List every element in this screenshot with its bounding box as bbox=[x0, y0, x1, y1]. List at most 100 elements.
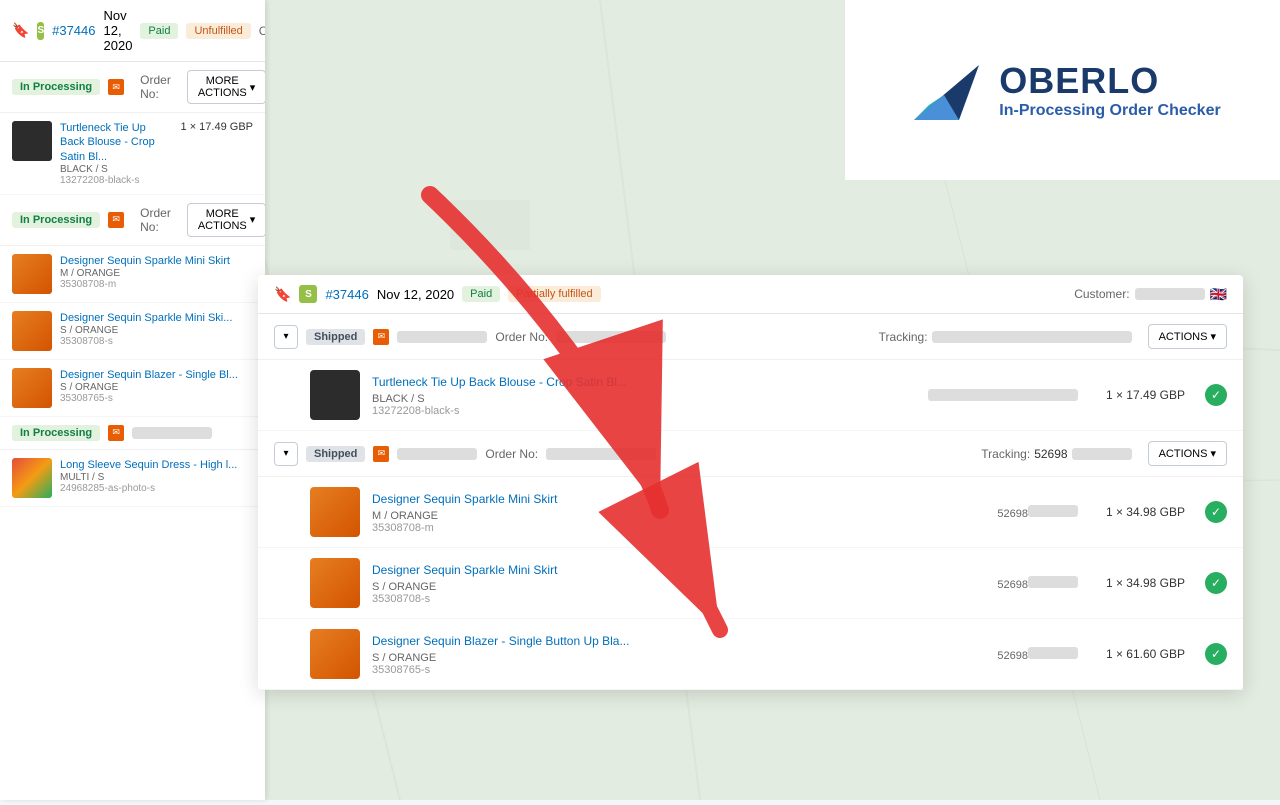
overlay-customer-section: Customer: 🇬🇧 bbox=[1074, 286, 1227, 303]
product-sku-2-3: 35308765-s bbox=[60, 393, 253, 404]
product-variant-1-1: BLACK / S bbox=[60, 164, 173, 175]
shipped-order-no-blurred-1 bbox=[556, 331, 666, 343]
overlay-product-variant-2-2: S / ORANGE bbox=[372, 581, 985, 593]
email-blurred-3 bbox=[132, 427, 212, 439]
check-icon-2-2: ✓ bbox=[1205, 572, 1227, 594]
bookmark-icon: 🔖 bbox=[12, 22, 29, 39]
overlay-product-row-2-1: Designer Sequin Sparkle Mini Skirt M / O… bbox=[258, 477, 1243, 548]
product-sku-2-2: 35308708-s bbox=[60, 336, 253, 347]
overlay-quantity-1-1: 1 × 17.49 GBP bbox=[1106, 388, 1185, 402]
overlay-order-link[interactable]: #37446 bbox=[325, 287, 368, 302]
overlay-paid-badge: Paid bbox=[462, 286, 500, 302]
product-sku-1-1: 13272208-black-s bbox=[60, 175, 173, 186]
email-icon-1: ✉ bbox=[108, 79, 124, 95]
product-row-2-2: Designer Sequin Sparkle Mini Ski... S / … bbox=[0, 303, 265, 360]
product-info-2-2: Designer Sequin Sparkle Mini Ski... S / … bbox=[60, 311, 253, 347]
shopify-icon: S bbox=[37, 22, 44, 40]
product-info-2-1: Designer Sequin Sparkle Mini Skirt M / O… bbox=[60, 254, 253, 290]
main-overlay: 🔖 S #37446 Nov 12, 2020 Paid Partially f… bbox=[258, 275, 1243, 690]
actions-btn-2[interactable]: ACTIONS ▾ bbox=[1148, 441, 1227, 466]
overlay-product-name-2-3[interactable]: Designer Sequin Blazer - Single Button U… bbox=[372, 634, 629, 648]
product-thumb-2-2 bbox=[12, 311, 52, 351]
product-name-2-2[interactable]: Designer Sequin Sparkle Mini Ski... bbox=[60, 311, 253, 325]
actions-btn-1[interactable]: ACTIONS ▾ bbox=[1148, 324, 1227, 349]
product-name-2-1[interactable]: Designer Sequin Sparkle Mini Skirt bbox=[60, 254, 253, 268]
overlay-tracking-2-1: 52698 bbox=[997, 505, 1078, 520]
product-row-2-3: Designer Sequin Blazer - Single Bl... S … bbox=[0, 360, 265, 417]
more-actions-btn-2[interactable]: MORE ACTIONS ▾ bbox=[187, 203, 265, 237]
overlay-bookmark-icon: 🔖 bbox=[274, 286, 291, 303]
order-header: 🔖 S #37446 Nov 12, 2020 Paid Unfulfilled… bbox=[0, 0, 265, 62]
shipped-email-blurred-2 bbox=[397, 448, 477, 460]
email-icon-3: ✉ bbox=[108, 425, 124, 441]
overlay-product-sku-2-1: 35308708-m bbox=[372, 522, 985, 534]
chevron-btn-2[interactable]: ▾ bbox=[274, 442, 298, 466]
product-row-3-1: Long Sleeve Sequin Dress - High l... MUL… bbox=[0, 450, 265, 507]
check-icon-2-1: ✓ bbox=[1205, 501, 1227, 523]
processing-badge-2: In Processing bbox=[12, 212, 100, 228]
overlay-product-variant-2-1: M / ORANGE bbox=[372, 510, 985, 522]
overlay-product-sku-2-3: 35308765-s bbox=[372, 664, 985, 676]
product-name-1-1[interactable]: Turtleneck Tie Up Back Blouse - Crop Sat… bbox=[60, 121, 173, 164]
product-info-2-3: Designer Sequin Blazer - Single Bl... S … bbox=[60, 368, 253, 404]
overlay-product-name-2-1[interactable]: Designer Sequin Sparkle Mini Skirt bbox=[372, 492, 557, 506]
oberlo-text: OBERLO In-Processing Order Checker bbox=[999, 60, 1220, 120]
customer-section: Customer: 🇬🇧 bbox=[259, 22, 265, 39]
overlay-header: 🔖 S #37446 Nov 12, 2020 Paid Partially f… bbox=[258, 275, 1243, 314]
overlay-product-info-2-3: Designer Sequin Blazer - Single Button U… bbox=[372, 632, 985, 676]
overlay-flag-icon: 🇬🇧 bbox=[1210, 286, 1227, 303]
overlay-tracking-2-2: 52698 bbox=[997, 576, 1078, 591]
product-info-3-1: Long Sleeve Sequin Dress - High l... MUL… bbox=[60, 458, 253, 494]
product-variant-2-1: M / ORANGE bbox=[60, 268, 253, 279]
overlay-product-info-2-1: Designer Sequin Sparkle Mini Skirt M / O… bbox=[372, 490, 985, 534]
action-buttons-2: MORE ACTIONS ▾ GET TRACKING NUMBER bbox=[187, 203, 265, 237]
status-row-1: In Processing ✉ Order No: MORE ACTIONS ▾… bbox=[0, 62, 265, 113]
paid-badge: Paid bbox=[140, 23, 178, 39]
overlay-thumb-2-3 bbox=[310, 629, 360, 679]
tracking-section-2: Tracking: 52698 bbox=[981, 447, 1131, 461]
product-variant-3-1: MULTI / S bbox=[60, 472, 253, 483]
action-buttons-1: MORE ACTIONS ▾ GET TRACKING NUMBER bbox=[187, 70, 265, 104]
order-link[interactable]: #37446 bbox=[52, 23, 95, 38]
overlay-shopify-icon: S bbox=[299, 285, 317, 303]
more-actions-btn-1[interactable]: MORE ACTIONS ▾ bbox=[187, 70, 265, 104]
oberlo-subtitle: In-Processing Order Checker bbox=[999, 102, 1220, 120]
shipped-email-blurred-1 bbox=[397, 331, 487, 343]
shipped-row-2: ▾ Shipped ✉ Order No: Tracking: 52698 AC… bbox=[258, 431, 1243, 477]
overlay-product-name-1-1[interactable]: Turtleneck Tie Up Back Blouse - Crop Sat… bbox=[372, 375, 627, 389]
overlay-product-variant-2-3: S / ORANGE bbox=[372, 652, 985, 664]
oberlo-icon bbox=[904, 50, 984, 130]
overlay-status-badge: Partially fulfilled bbox=[508, 286, 600, 302]
product-name-2-3[interactable]: Designer Sequin Blazer - Single Bl... bbox=[60, 368, 253, 382]
status-row-3: In Processing ✉ bbox=[0, 417, 265, 450]
product-variant-2-3: S / ORANGE bbox=[60, 382, 253, 393]
overlay-product-info-2-2: Designer Sequin Sparkle Mini Skirt S / O… bbox=[372, 561, 985, 605]
overlay-product-row-2-3: Designer Sequin Blazer - Single Button U… bbox=[258, 619, 1243, 690]
tracking-label-2: Tracking: bbox=[981, 447, 1030, 461]
overlay-thumb-1-1 bbox=[310, 370, 360, 420]
oberlo-panel: OBERLO In-Processing Order Checker bbox=[845, 0, 1280, 180]
overlay-product-variant-1-1: BLACK / S bbox=[372, 393, 916, 405]
shipped-badge-1: Shipped bbox=[306, 329, 365, 345]
overlay-customer-label: Customer: bbox=[1074, 287, 1129, 301]
order-no-label-1: Order No: bbox=[140, 73, 171, 101]
customer-label: Customer: bbox=[259, 24, 265, 38]
overlay-thumb-2-2 bbox=[310, 558, 360, 608]
shipped-badge-2: Shipped bbox=[306, 446, 365, 462]
oberlo-logo: OBERLO In-Processing Order Checker bbox=[904, 50, 1220, 130]
chevron-btn-1[interactable]: ▾ bbox=[274, 325, 298, 349]
product-row-1-1: Turtleneck Tie Up Back Blouse - Crop Sat… bbox=[0, 113, 265, 195]
shipped-email-icon-2: ✉ bbox=[373, 446, 389, 462]
product-thumb-1-1 bbox=[12, 121, 52, 161]
product-thumb-3-1 bbox=[12, 458, 52, 498]
processing-badge-3: In Processing bbox=[12, 425, 100, 441]
tracking-label-1: Tracking: bbox=[879, 330, 928, 344]
shipped-row-1: ▾ Shipped ✉ Order No: Tracking: ACTIONS … bbox=[258, 314, 1243, 360]
product-sku-3-1: 24968285-as-photo-s bbox=[60, 483, 253, 494]
overlay-product-name-2-2[interactable]: Designer Sequin Sparkle Mini Skirt bbox=[372, 563, 557, 577]
overlay-quantity-2-3: 1 × 61.60 GBP bbox=[1106, 647, 1185, 661]
shipped-order-no-label-1: Order No: bbox=[495, 330, 548, 344]
product-name-3-1[interactable]: Long Sleeve Sequin Dress - High l... bbox=[60, 458, 253, 472]
product-variant-2-2: S / ORANGE bbox=[60, 325, 253, 336]
overlay-thumb-2-1 bbox=[310, 487, 360, 537]
